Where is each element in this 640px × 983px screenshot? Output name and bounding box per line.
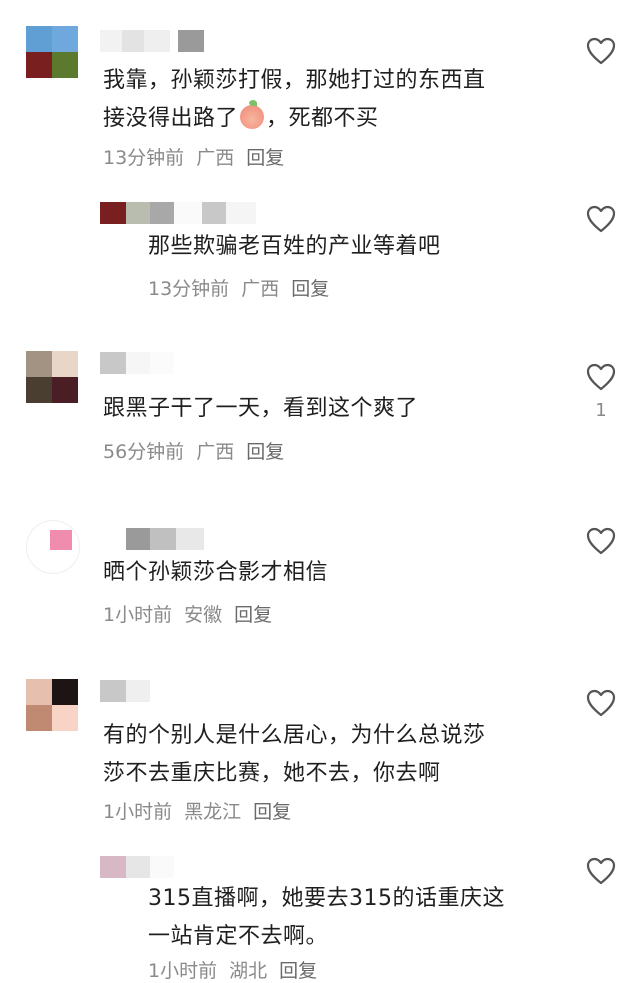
reply-button[interactable]: 回复 [246,437,284,464]
like-button[interactable] [584,526,618,564]
comment-meta: 1小时前 黑龙江 回复 [103,797,291,824]
comment-text: 晒个孙颖莎合影才相信 [103,560,329,585]
comment-text: 315直播啊，她要去315的话重庆这 一站肯定不去啊。 [148,886,505,949]
like-count: 1 [595,400,607,421]
comment-time: 1小时前 [103,801,173,823]
comment-location: 安徽 [184,604,223,626]
heart-icon [586,689,616,717]
username[interactable] [100,856,174,878]
username[interactable] [100,352,174,374]
comment-location: 广西 [196,441,235,463]
heart-icon [586,363,616,391]
heart-icon [586,37,616,65]
comment-meta: 13分钟前 广西 回复 [103,143,284,170]
comment-text: 跟黑子干了一天，看到这个爽了 [103,396,419,421]
comment-meta: 1小时前 安徽 回复 [103,600,272,627]
comment-time: 13分钟前 [103,147,185,169]
like-button[interactable] [584,36,618,74]
comment-time: 1小时前 [103,604,173,626]
username[interactable] [100,202,256,224]
comment-text: 有的个别人是什么居心，为什么总说莎 莎不去重庆比赛，她不去，你去啊 [103,723,486,786]
like-button[interactable] [584,204,618,242]
heart-icon [586,527,616,555]
heart-icon [586,205,616,233]
comment-text: 那些欺骗老百姓的产业等着吧 [148,234,441,259]
comment-location: 黑龙江 [184,801,242,823]
reply-button[interactable]: 回复 [234,600,272,627]
like-button[interactable] [584,856,618,894]
avatar[interactable] [26,679,78,731]
peach-face-emoji [240,100,265,129]
comment-location: 广西 [241,278,280,300]
avatar[interactable] [26,26,78,78]
comment-meta: 1小时前 湖北 回复 [148,956,317,983]
username[interactable] [100,680,150,702]
comment-text: 我靠，孙颖莎打假，那她打过的东西直 接没得出路了 ，死都不买 [103,68,486,131]
like-button[interactable] [584,688,618,726]
comment-location: 广西 [196,147,235,169]
reply-button[interactable]: 回复 [291,274,329,301]
avatar[interactable] [26,351,78,403]
comment-time: 1小时前 [148,960,218,982]
username[interactable] [100,30,204,52]
reply-button[interactable]: 回复 [253,797,291,824]
username[interactable] [126,528,204,550]
like-button[interactable]: 1 [584,362,618,421]
comment-time: 13分钟前 [148,278,230,300]
comment-meta: 13分钟前 广西 回复 [148,274,329,301]
heart-icon [586,857,616,885]
comment-location: 湖北 [229,960,268,982]
reply-button[interactable]: 回复 [279,956,317,983]
comment-meta: 56分钟前 广西 回复 [103,437,284,464]
reply-button[interactable]: 回复 [246,143,284,170]
avatar[interactable] [26,520,80,574]
comment-time: 56分钟前 [103,441,185,463]
